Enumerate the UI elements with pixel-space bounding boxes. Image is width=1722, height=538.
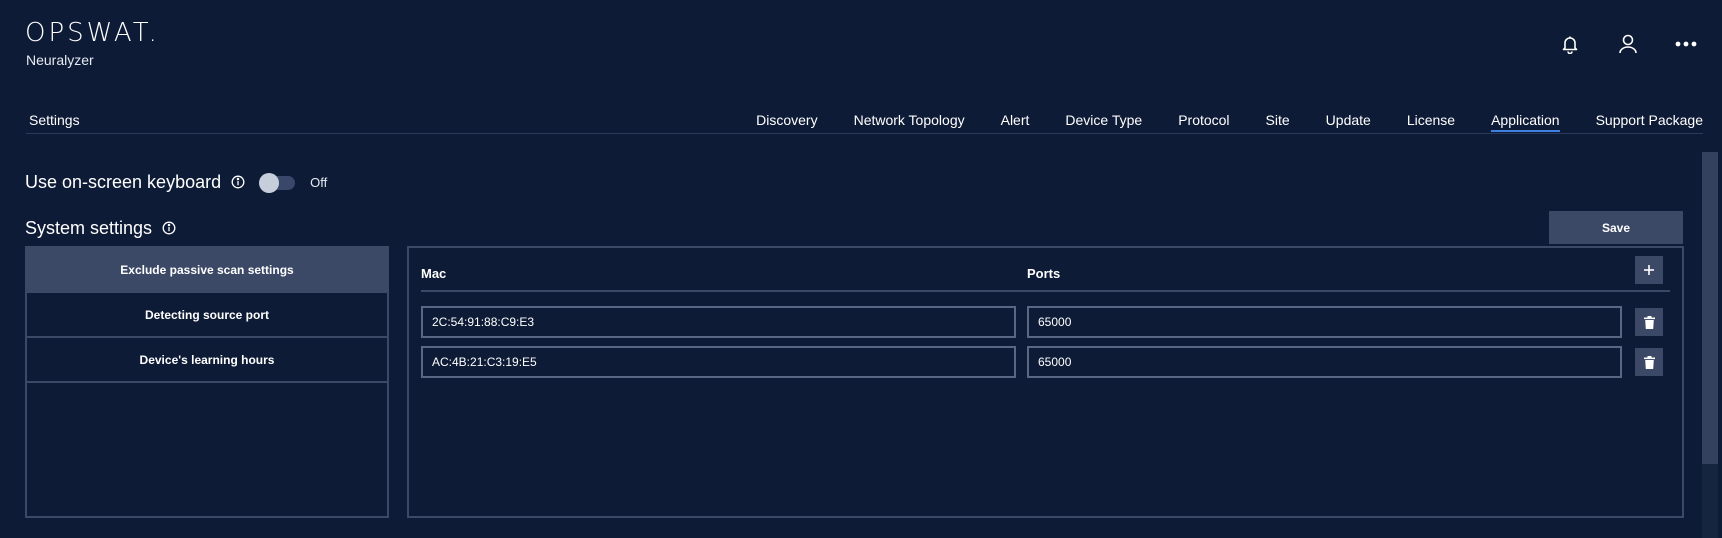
bell-icon[interactable] <box>1556 30 1584 58</box>
info-icon[interactable] <box>231 175 247 191</box>
exclude-scan-table-panel: Mac Ports <box>407 246 1684 518</box>
more-icon[interactable] <box>1672 30 1700 58</box>
delete-row-button[interactable] <box>1635 348 1663 376</box>
keyboard-label: Use on-screen keyboard <box>25 172 222 192</box>
nav-title: Settings <box>29 112 80 128</box>
tab-license[interactable]: License <box>1407 102 1455 134</box>
trash-icon <box>1643 355 1655 369</box>
table-row <box>421 346 1670 378</box>
user-icon[interactable] <box>1614 30 1642 58</box>
toggle-state-label: Off <box>310 175 328 190</box>
product-name: Neuralyzer <box>26 52 94 68</box>
mac-input[interactable] <box>421 346 1016 378</box>
tab-update[interactable]: Update <box>1326 102 1371 134</box>
menu-item-device-learning-hours[interactable]: Device's learning hours <box>27 338 387 383</box>
tab-network-topology[interactable]: Network Topology <box>854 102 965 134</box>
scrollbar-thumb[interactable] <box>1702 152 1718 464</box>
tab-protocol[interactable]: Protocol <box>1178 102 1229 134</box>
opswat-logo: OPSWAT. <box>25 18 160 48</box>
tab-device-type[interactable]: Device Type <box>1065 102 1142 134</box>
info-icon[interactable] <box>162 221 178 237</box>
delete-row-button[interactable] <box>1635 308 1663 336</box>
tab-application[interactable]: Application <box>1491 102 1560 134</box>
page-scrollbar[interactable] <box>1702 152 1718 538</box>
tab-support-package[interactable]: Support Package <box>1596 102 1703 134</box>
system-settings-heading: System settings <box>25 218 178 239</box>
menu-item-detecting-source-port[interactable]: Detecting source port <box>27 293 387 338</box>
settings-nav: Settings Discovery Network Topology Aler… <box>26 102 1703 134</box>
add-row-button[interactable] <box>1635 256 1663 284</box>
menu-item-exclude-passive-scan[interactable]: Exclude passive scan settings <box>27 248 387 293</box>
trash-icon <box>1643 315 1655 329</box>
keyboard-toggle[interactable] <box>259 172 296 193</box>
toggle-knob <box>259 172 280 193</box>
column-header-mac: Mac <box>421 266 447 281</box>
port-input[interactable] <box>1027 346 1622 378</box>
app-root: OPSWAT. Neuralyzer Settings Discovery Ne… <box>0 0 1722 538</box>
column-header-ports: Ports <box>1027 266 1061 281</box>
system-settings-label: System settings <box>25 218 153 238</box>
mac-input[interactable] <box>421 306 1016 338</box>
tab-site[interactable]: Site <box>1266 102 1290 134</box>
port-input[interactable] <box>1027 306 1622 338</box>
tab-discovery[interactable]: Discovery <box>756 102 817 134</box>
table-header: Mac Ports <box>421 248 1670 292</box>
plus-icon <box>1644 265 1654 275</box>
table-row <box>421 306 1670 338</box>
tab-alert[interactable]: Alert <box>1001 102 1030 134</box>
save-button[interactable]: Save <box>1549 211 1683 244</box>
header-icons <box>1522 30 1722 60</box>
keyboard-setting-row: Use on-screen keyboard Off <box>25 172 327 193</box>
system-settings-menu: Exclude passive scan settings Detecting … <box>25 246 389 518</box>
tab-bar: Discovery Network Topology Alert Device … <box>720 102 1703 134</box>
